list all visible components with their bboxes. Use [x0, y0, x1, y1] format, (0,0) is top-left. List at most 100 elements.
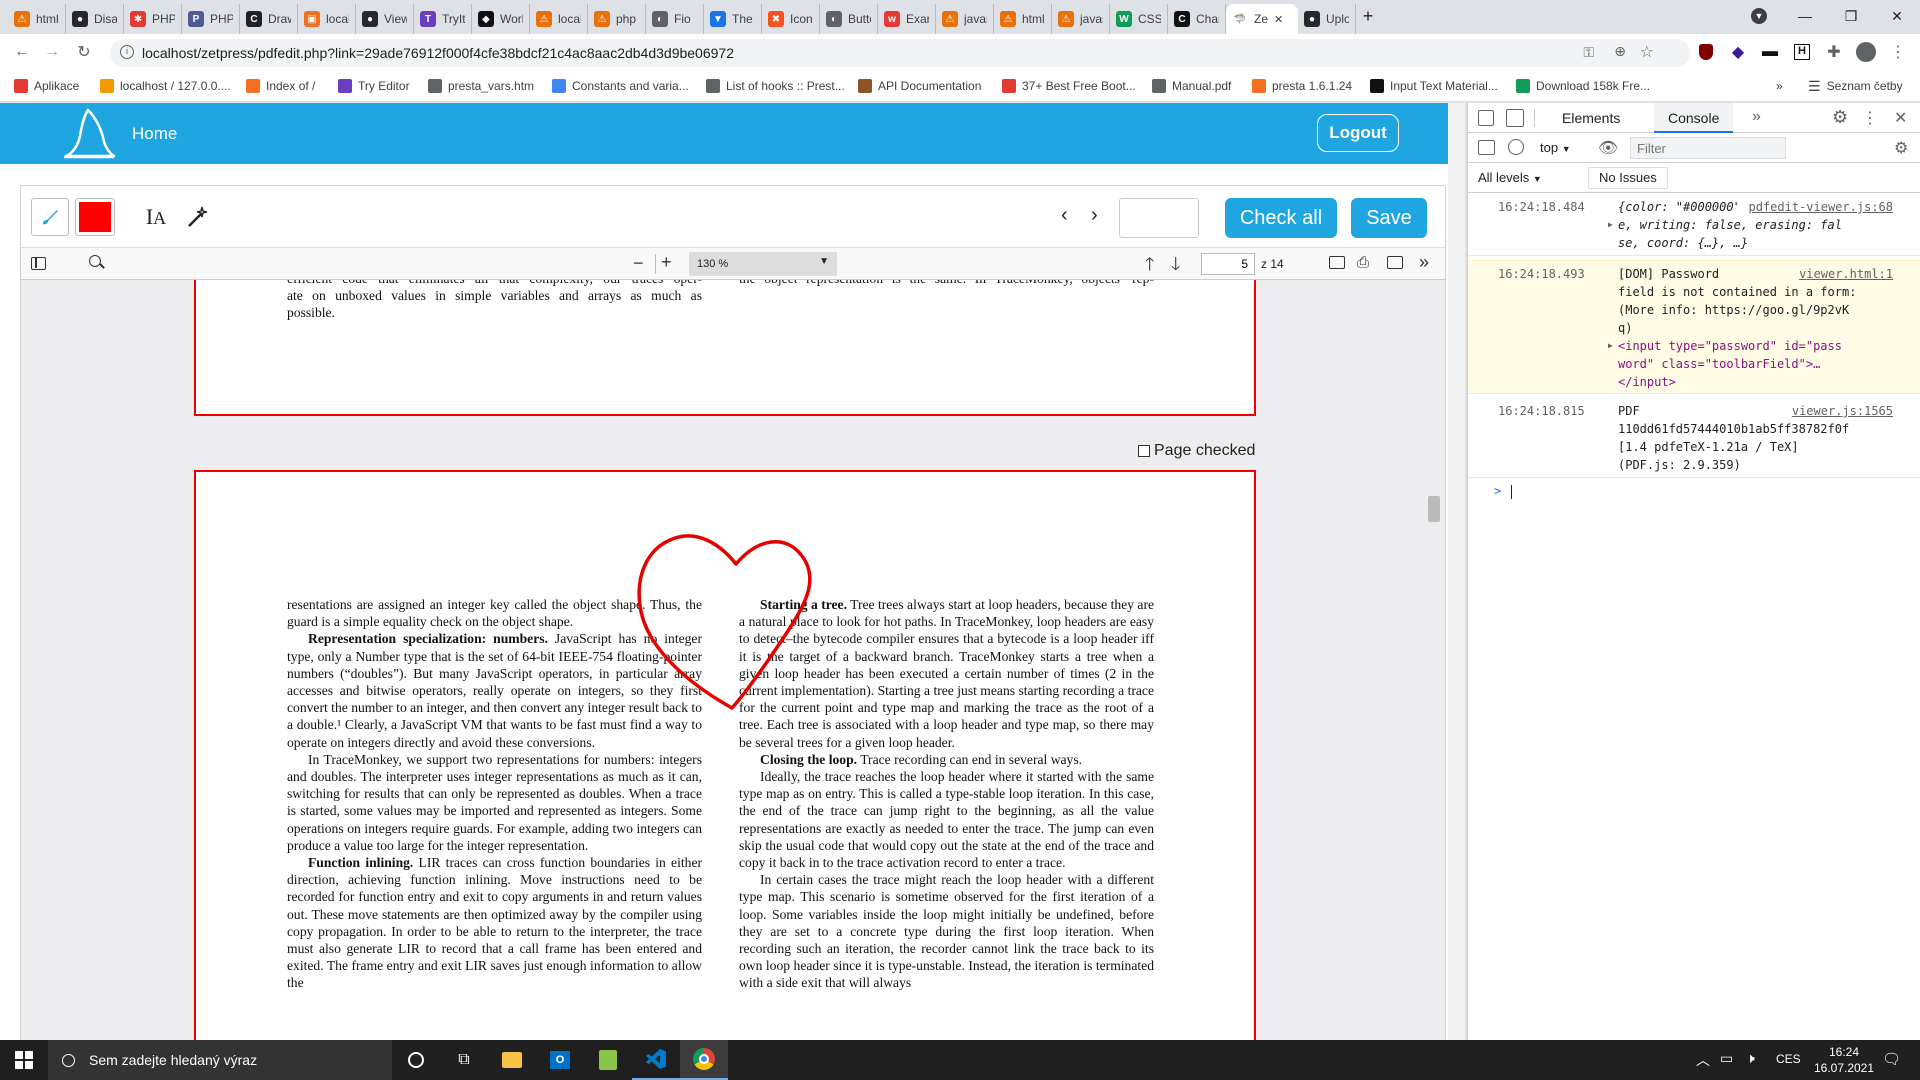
browser-tab[interactable]: ✱ PHP is	[124, 4, 182, 34]
browser-tab[interactable]: ● Viewe	[356, 4, 414, 34]
settings-gear-icon[interactable]: ⚙	[1832, 107, 1848, 128]
tray-chevron-icon[interactable]: ︿	[1696, 1050, 1710, 1070]
bookmark-item[interactable]: Aplikace	[14, 77, 79, 95]
network-icon[interactable]: ▭	[1720, 1050, 1733, 1067]
console-prompt[interactable]: >	[1468, 484, 1920, 504]
close-window-button[interactable]: ✕	[1874, 0, 1920, 32]
ublock-extension-icon[interactable]	[1694, 40, 1718, 64]
bookmark-item[interactable]: Manual.pdf	[1152, 77, 1231, 95]
notepadpp-icon[interactable]	[584, 1040, 632, 1080]
devtools-kebab-icon[interactable]: ⋮	[1862, 108, 1878, 128]
console-source-link[interactable]: viewer.js:1565	[1792, 402, 1893, 420]
back-button[interactable]: ←	[10, 40, 34, 64]
console-source-link[interactable]: pdfedit-viewer.js:68	[1749, 198, 1894, 216]
tab-search-button[interactable]: ▼	[1736, 0, 1782, 32]
save-button[interactable]: Save	[1351, 198, 1427, 238]
zoom-in-button[interactable]: +	[661, 252, 672, 273]
expand-triangle-icon[interactable]: ▶	[1608, 337, 1613, 355]
sidebar-toggle-icon[interactable]	[31, 257, 46, 270]
check-all-button[interactable]: Check all	[1225, 198, 1337, 238]
previous-page-arrow[interactable]: 🡑	[1145, 252, 1154, 282]
console-message[interactable]: 16:24:18.493 viewer.html:1 [DOM] Password f…	[1468, 260, 1920, 394]
taskbar-search-box[interactable]: Sem zadejte hledaný výraz	[48, 1040, 392, 1080]
more-tabs-button[interactable]: »	[1752, 108, 1761, 126]
inspect-element-icon[interactable]	[1478, 110, 1494, 126]
page-number-input[interactable]	[1201, 253, 1255, 275]
bookmark-item[interactable]: List of hooks :: Prest...	[706, 77, 845, 95]
browser-tab[interactable]: 🦈 Ze ✕	[1226, 4, 1298, 34]
devtools-tab[interactable]: Elements	[1548, 103, 1634, 133]
notifications-icon[interactable]: 🗨	[1882, 1050, 1901, 1068]
file-explorer-icon[interactable]	[488, 1040, 536, 1080]
browser-tab[interactable]: ⚠ html -	[8, 4, 66, 34]
bookmark-star-icon[interactable]: ☆	[1640, 42, 1654, 62]
close-tab-icon[interactable]: ✕	[1274, 13, 1283, 26]
nav-home-link[interactable]: Home	[132, 124, 177, 144]
forward-button[interactable]: →	[40, 40, 64, 64]
search-icon[interactable]	[89, 255, 105, 269]
close-devtools-icon[interactable]: ✕	[1894, 108, 1907, 128]
profile-avatar-icon[interactable]	[1854, 40, 1878, 64]
page-checked-checkbox[interactable]: Page checked	[1138, 442, 1255, 460]
pdf-page-previous[interactable]: efficient code that eliminates all that …	[194, 280, 1256, 416]
language-indicator[interactable]: CES	[1776, 1052, 1801, 1066]
extension-diamond-icon[interactable]: ◆	[1726, 40, 1750, 64]
browser-tab[interactable]: T TryIt E	[414, 4, 472, 34]
volume-icon[interactable]: 🕨	[1746, 1050, 1755, 1067]
bookmark-item[interactable]: 37+ Best Free Boot...	[1002, 77, 1136, 95]
shark-logo-icon[interactable]	[62, 108, 116, 160]
text-tool-button[interactable]: IA	[139, 200, 173, 234]
clock[interactable]: 16:24 16.07.2021	[1812, 1044, 1876, 1076]
bookmark-item[interactable]: API Documentation	[858, 77, 981, 95]
next-page-button[interactable]: ›	[1091, 204, 1098, 227]
reload-button[interactable]: ↻	[72, 40, 96, 64]
extension-game-icon[interactable]: ▬	[1758, 40, 1782, 64]
minimize-button[interactable]: —	[1782, 0, 1828, 32]
cortana-icon[interactable]	[392, 1040, 440, 1080]
browser-tab[interactable]: ● Uploa	[1298, 4, 1356, 34]
key-icon[interactable]: ⚿	[1583, 44, 1594, 61]
chrome-icon[interactable]	[680, 1040, 728, 1080]
menu-kebab-icon[interactable]: ⋮	[1886, 40, 1910, 64]
browser-tab[interactable]: C Chang	[1168, 4, 1226, 34]
devtools-tab[interactable]: Console	[1654, 103, 1734, 133]
presentation-mode-icon[interactable]	[1329, 256, 1345, 269]
context-select[interactable]: top ▼	[1540, 140, 1571, 155]
device-toolbar-icon[interactable]	[1506, 109, 1524, 127]
prev-page-button[interactable]: ‹	[1061, 204, 1068, 227]
restore-button[interactable]: ❐	[1828, 0, 1874, 32]
bookmarks-more-button[interactable]: »	[1776, 77, 1783, 95]
console-filter-input[interactable]	[1630, 137, 1786, 159]
console-message[interactable]: 16:24:18.484 pdfedit-viewer.js:68 {color: …	[1468, 194, 1920, 256]
console-settings-icon[interactable]: ⚙	[1894, 138, 1908, 158]
bookmark-item[interactable]: Try Editor	[338, 77, 410, 95]
expand-triangle-icon[interactable]: ▶	[1608, 216, 1613, 234]
browser-tab[interactable]: ✖ Icons	[762, 4, 820, 34]
pdf-viewer[interactable]: efficient code that eliminates all that …	[21, 280, 1445, 1040]
browser-tab[interactable]: w Examp	[878, 4, 936, 34]
task-view-icon[interactable]: ⧉	[440, 1040, 488, 1080]
bookmark-item[interactable]: Constants and varia...	[552, 77, 689, 95]
browser-tab[interactable]: ⚠ localh	[530, 4, 588, 34]
print-icon[interactable]: ⎙	[1357, 254, 1369, 271]
vscode-icon[interactable]	[632, 1040, 680, 1080]
pen-tool-button[interactable]	[31, 198, 69, 236]
next-page-arrow[interactable]: 🡓	[1171, 252, 1180, 282]
browser-tab[interactable]: ▼ The B	[704, 4, 762, 34]
page-jump-input[interactable]	[1119, 198, 1199, 238]
zoom-icon[interactable]: ⊕	[1614, 43, 1626, 60]
extension-h-icon[interactable]: H	[1790, 40, 1814, 64]
color-picker-button[interactable]	[75, 198, 115, 236]
page-scrollbar[interactable]	[1448, 103, 1465, 1040]
browser-tab[interactable]: ▣ localh	[298, 4, 356, 34]
bookmark-item[interactable]: localhost / 127.0.0....	[100, 77, 231, 95]
magic-wand-button[interactable]	[181, 200, 215, 234]
live-expression-eye-icon[interactable]: 👁	[1598, 138, 1618, 158]
start-button[interactable]	[0, 1040, 48, 1080]
browser-tab[interactable]: ◆ Worki	[472, 4, 530, 34]
tools-more-icon[interactable]: »	[1419, 252, 1429, 273]
issues-button[interactable]: No Issues	[1588, 167, 1668, 189]
open-file-icon[interactable]	[1387, 256, 1403, 269]
bookmark-item[interactable]: presta 1.6.1.24	[1252, 77, 1352, 95]
clear-console-icon[interactable]	[1508, 139, 1524, 155]
